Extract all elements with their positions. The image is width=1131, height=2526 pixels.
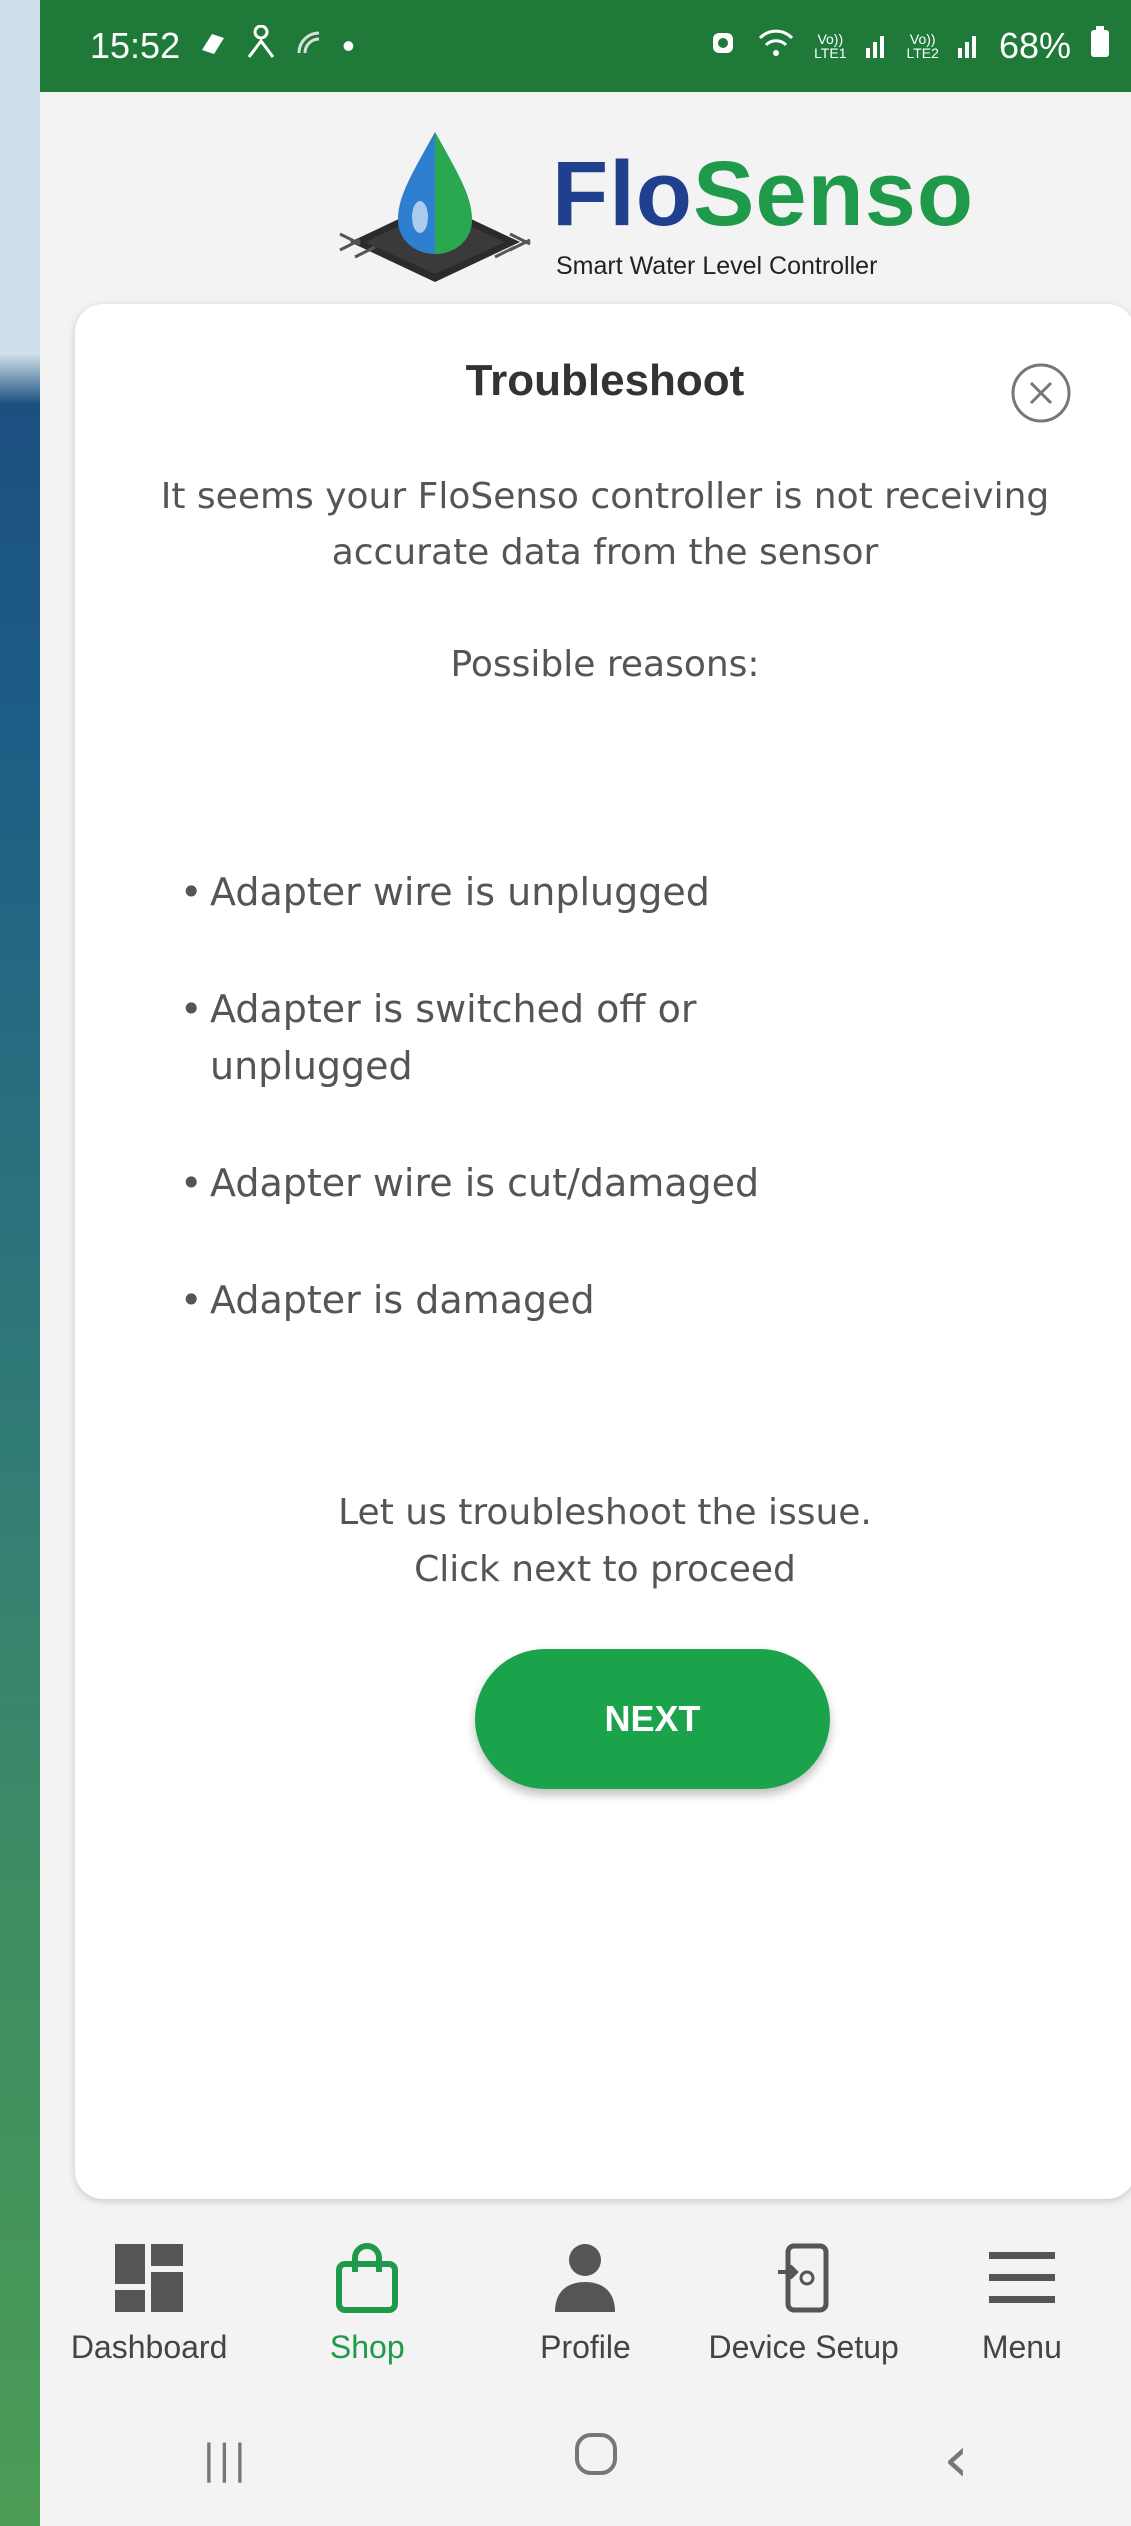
volte-lte2-signal-icon: Vo)) LTE2 bbox=[907, 32, 939, 60]
signal-bars-1-icon bbox=[865, 25, 889, 67]
reason-item: Adapter is switched off or unplugged bbox=[180, 981, 770, 1095]
status-time: 15:52 bbox=[90, 25, 181, 66]
logo-subtitle: Smart Water Level Controller bbox=[556, 252, 878, 280]
troubleshoot-dialog: Troubleshoot It seems your FloSenso cont… bbox=[75, 304, 1131, 2199]
reasons-list: Adapter wire is unplugged Adapter is swi… bbox=[180, 864, 980, 1389]
nav-label-profile: Profile bbox=[540, 2329, 631, 2365]
nav-item-dashboard[interactable]: Dashboard bbox=[44, 2239, 254, 2366]
reasons-title: Possible reasons: bbox=[450, 644, 760, 685]
battery-icon bbox=[1089, 25, 1111, 67]
home-icon bbox=[574, 2433, 617, 2475]
close-button[interactable] bbox=[1010, 362, 1072, 424]
nav-item-device-setup[interactable]: Device Setup bbox=[699, 2239, 909, 2366]
reason-item: Adapter wire is cut/damaged bbox=[180, 1155, 980, 1212]
menu-icon bbox=[983, 2239, 1061, 2317]
dialog-intro: It seems your FloSenso controller is not… bbox=[160, 476, 1050, 573]
nav-item-menu[interactable]: Menu bbox=[917, 2239, 1127, 2366]
dashboard-icon bbox=[110, 2239, 188, 2317]
system-nav-bar: ||| ‹ bbox=[40, 2394, 1131, 2526]
status-bar: 15:52 • Vo)) LTE1 Vo)) LTE2 68% bbox=[40, 0, 1131, 92]
alarm-icon bbox=[708, 25, 738, 67]
logo-title: FloSenso bbox=[552, 142, 974, 247]
nav-label-device-setup: Device Setup bbox=[708, 2329, 899, 2365]
nav-label-menu: Menu bbox=[981, 2329, 1062, 2365]
next-button[interactable]: NEXT bbox=[475, 1649, 830, 1789]
nav-item-profile[interactable]: Profile bbox=[480, 2239, 690, 2366]
shopping-bag-icon bbox=[328, 2239, 406, 2317]
nav-label-shop: Shop bbox=[329, 2329, 405, 2365]
chip-drop-icon bbox=[339, 132, 531, 282]
flosenso-logo: FloSenso Smart Water Level Controller bbox=[320, 122, 973, 292]
nav-item-shop[interactable]: Shop bbox=[262, 2239, 472, 2366]
wifi-icon bbox=[756, 25, 796, 67]
home-button[interactable] bbox=[573, 2431, 619, 2489]
signal-bars-2-icon bbox=[957, 25, 981, 67]
dialog-cta: Let us troubleshoot the issue. Click nex… bbox=[75, 1484, 1131, 1598]
recents-button[interactable]: ||| bbox=[202, 2437, 248, 2483]
logo-title-flo: Flo bbox=[552, 143, 693, 245]
dialog-title: Troubleshoot bbox=[465, 356, 745, 405]
logo-title-senso: Senso bbox=[692, 143, 975, 245]
nav-label-dashboard: Dashboard bbox=[70, 2329, 228, 2365]
back-button[interactable]: ‹ bbox=[943, 2423, 969, 2497]
profile-icon bbox=[546, 2239, 624, 2317]
dot-icon: • bbox=[342, 25, 355, 66]
lte1-label: LTE1 bbox=[814, 45, 847, 61]
signal-icon bbox=[294, 25, 324, 67]
device-setup-icon bbox=[765, 2239, 843, 2317]
volte-lte1-signal-icon: Vo)) LTE1 bbox=[814, 32, 846, 60]
lte2-label: LTE2 bbox=[906, 45, 939, 61]
close-icon bbox=[1011, 363, 1071, 423]
app-area: FloSenso Smart Water Level Controller Tr… bbox=[40, 92, 1131, 2526]
bottom-nav: Dashboard Shop Profile Device Setup Menu bbox=[40, 2204, 1131, 2394]
person-icon bbox=[246, 24, 276, 68]
reason-item: Adapter wire is unplugged bbox=[180, 864, 980, 921]
reason-item: Adapter is damaged bbox=[180, 1272, 980, 1329]
app-notification-icon bbox=[198, 25, 228, 67]
battery-percent: 68% bbox=[998, 25, 1071, 66]
cta-text: Let us troubleshoot the issue. Click nex… bbox=[338, 1492, 872, 1590]
